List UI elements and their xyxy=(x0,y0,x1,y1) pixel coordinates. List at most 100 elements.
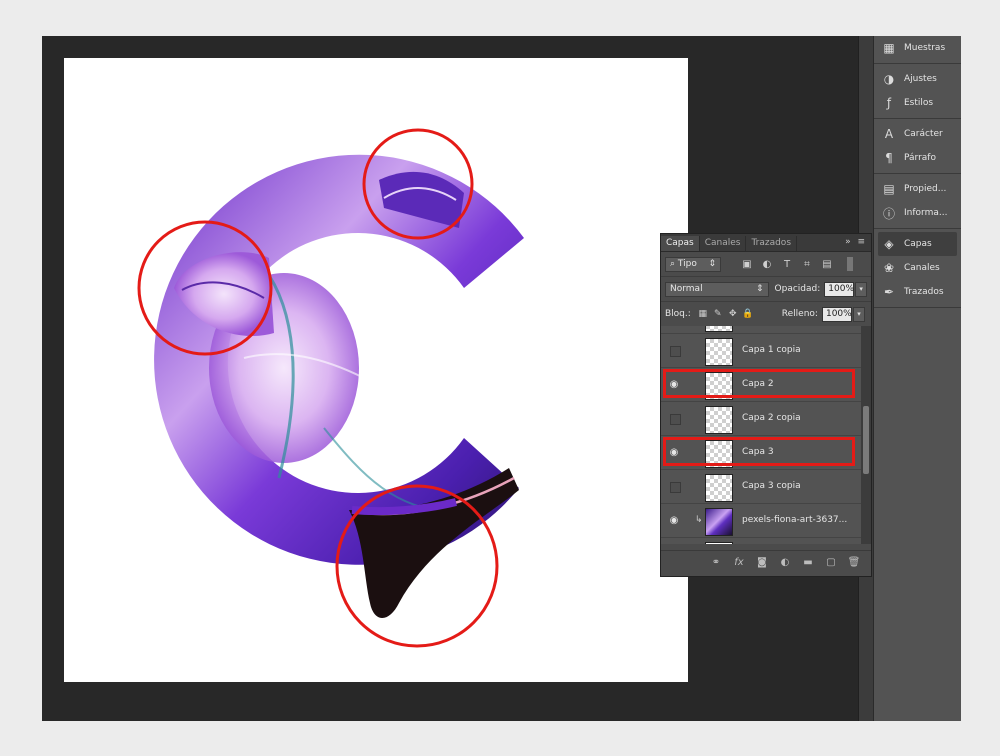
layer-name: Capa 1 copia xyxy=(742,345,801,355)
dock-item-muestras[interactable]: ▦ Muestras xyxy=(874,36,961,60)
blend-mode-select[interactable]: Normal ⇕ xyxy=(665,281,769,297)
add-mask-icon[interactable]: ◙ xyxy=(755,556,769,570)
highlight-box xyxy=(663,437,855,466)
layer-row[interactable]: ◉ Capa 3 xyxy=(661,436,861,470)
dock-item-label: Carácter xyxy=(904,129,943,139)
dock-item-carácter[interactable]: A Carácter xyxy=(874,122,961,146)
tab-trazados[interactable]: Trazados xyxy=(746,236,798,251)
lock-move-icon[interactable]: ✥ xyxy=(727,308,739,320)
filter-kind-select[interactable]: ⌕ Tipo ⇕ xyxy=(665,256,721,272)
lock-transparent-icon[interactable]: ▦ xyxy=(697,308,709,320)
layer-list: Capa 1 copia ◉ Capa 2 Capa 2 copia ◉ Capa 3 Ca… xyxy=(661,326,861,544)
dock-item-propied[interactable]: ▤ Propied... xyxy=(874,177,961,201)
layer-thumbnail xyxy=(705,326,733,332)
layer-thumbnail xyxy=(705,542,733,544)
new-layer-icon[interactable]: ▢ xyxy=(824,556,838,570)
adjustment-filter-icon[interactable]: ◐ xyxy=(761,258,773,270)
adjustment-layer-icon[interactable]: ◐ xyxy=(778,556,792,570)
opacity-dropdown-icon[interactable]: ▾ xyxy=(855,281,867,297)
lock-brush-icon[interactable]: ✎ xyxy=(712,308,724,320)
layer-row[interactable]: Capa 2 copia xyxy=(661,402,861,436)
dock-item-label: Informa... xyxy=(904,208,948,218)
dock-item-label: Muestras xyxy=(904,43,946,53)
scrollbar-thumb[interactable] xyxy=(863,406,869,474)
dock-item-estilos[interactable]: ƒ Estilos xyxy=(874,91,961,115)
layers-panel: Capas Canales Trazados » ≡ ⌕ Tipo ⇕ ▣ ◐ T ⌗… xyxy=(660,233,872,577)
info-icon: ⓘ xyxy=(882,206,895,221)
smartobject-filter-icon[interactable]: ▤ xyxy=(821,258,833,270)
dock-item-párrafo[interactable]: ¶ Párrafo xyxy=(874,146,961,170)
dock-item-label: Trazados xyxy=(904,287,944,297)
grid-swatches-icon: ▦ xyxy=(883,41,895,55)
fill-input[interactable]: 100% xyxy=(821,306,852,322)
dock-item-label: Estilos xyxy=(904,98,934,108)
opacity-input[interactable]: 100% xyxy=(824,281,855,297)
dock-item-trazados[interactable]: ✒ Trazados xyxy=(874,280,961,304)
highlight-box xyxy=(663,369,855,398)
image-filter-icon[interactable]: ▣ xyxy=(741,258,753,270)
filter-toggle[interactable] xyxy=(847,257,853,271)
link-layers-icon[interactable]: ⚭ xyxy=(709,556,723,570)
fx-styles-icon: ƒ xyxy=(886,96,892,110)
type-filter-icon[interactable]: T xyxy=(781,258,793,270)
trash-icon[interactable]: 🗑 xyxy=(847,556,861,570)
layer-name: pexels-fiona-art-3637... xyxy=(742,515,848,525)
layer-row-partial[interactable] xyxy=(661,326,861,334)
character-type-icon: A xyxy=(884,127,894,141)
properties-icon: ▤ xyxy=(883,182,895,196)
visibility-toggle-empty[interactable] xyxy=(670,414,681,425)
dock-item-label: Ajustes xyxy=(904,74,937,84)
shape-filter-icon[interactable]: ⌗ xyxy=(801,258,813,270)
fill-label: Relleno: xyxy=(781,309,818,319)
layer-thumbnail xyxy=(705,338,733,366)
paragraph-pilcrow-icon: ¶ xyxy=(885,151,893,165)
panel-menu-icon[interactable]: » ≡ xyxy=(845,237,867,247)
opacity-label: Opacidad: xyxy=(774,284,821,294)
paths-pen-icon: ✒ xyxy=(883,285,895,299)
layers-panel-tabs: Capas Canales Trazados » ≡ xyxy=(661,234,871,252)
channels-icon: ❀ xyxy=(883,261,895,275)
layer-row-partial[interactable] xyxy=(661,538,861,544)
lock-row: Bloq.: ▦ ✎ ✥ 🔒 Relleno: 100% ▾ xyxy=(661,302,871,327)
dock-item-informa[interactable]: ⓘ Informa... xyxy=(874,201,961,225)
adjustments-circle-icon: ◑ xyxy=(883,72,895,86)
layer-name: Capa 2 copia xyxy=(742,413,801,423)
visibility-toggle-empty[interactable] xyxy=(670,482,681,493)
layers-stack-icon: ◈ xyxy=(884,237,894,251)
clipping-arrow-icon: ↳ xyxy=(695,515,703,525)
eye-visibility-icon[interactable]: ◉ xyxy=(668,514,680,526)
fill-dropdown-icon[interactable]: ▾ xyxy=(852,306,865,322)
dock-group: ◑ Ajustes ƒ Estilos xyxy=(874,64,961,119)
panel-dock: ▦ Muestras ◑ Ajustes ƒ Estilos A Carácter ¶ Párra… xyxy=(873,36,961,721)
blend-mode-value: Normal xyxy=(670,283,703,294)
lock-label: Bloq.: xyxy=(665,309,691,319)
dock-group: ▤ Propied... ⓘ Informa... xyxy=(874,174,961,229)
search-icon: ⌕ xyxy=(670,258,676,269)
fx-icon[interactable]: fx xyxy=(732,556,746,570)
layer-name: Capa 3 copia xyxy=(742,481,801,491)
tab-canales[interactable]: Canales xyxy=(700,236,747,251)
dock-item-capas[interactable]: ◈ Capas xyxy=(878,232,957,256)
tab-capas[interactable]: Capas xyxy=(661,236,700,251)
new-group-icon[interactable]: ▬ xyxy=(801,556,815,570)
dock-group: ▦ Muestras xyxy=(874,36,961,64)
dock-item-ajustes[interactable]: ◑ Ajustes xyxy=(874,67,961,91)
chevron-updown-icon: ⇕ xyxy=(755,283,764,294)
visibility-toggle-empty[interactable] xyxy=(670,346,681,357)
layer-row[interactable]: Capa 3 copia xyxy=(661,470,861,504)
letter-c-artwork xyxy=(137,128,524,648)
dock-item-label: Párrafo xyxy=(904,153,936,163)
layer-list-scrollbar[interactable] xyxy=(861,326,871,544)
layer-thumbnail xyxy=(705,508,733,536)
blend-row: Normal ⇕ Opacidad: 100% ▾ xyxy=(661,277,871,302)
layers-panel-footer: ⚭ fx ◙ ◐ ▬ ▢ 🗑 xyxy=(661,550,871,574)
dock-item-label: Canales xyxy=(904,263,940,273)
dock-item-label: Capas xyxy=(904,239,932,249)
dock-item-canales[interactable]: ❀ Canales xyxy=(874,256,961,280)
layer-row[interactable]: ◉ ↳ pexels-fiona-art-3637... xyxy=(661,504,861,538)
document-canvas[interactable] xyxy=(64,58,688,682)
filter-kind-value: Tipo xyxy=(677,258,697,269)
layer-row[interactable]: Capa 1 copia xyxy=(661,334,861,368)
layer-row[interactable]: ◉ Capa 2 xyxy=(661,368,861,402)
lock-all-icon[interactable]: 🔒 xyxy=(742,308,754,320)
